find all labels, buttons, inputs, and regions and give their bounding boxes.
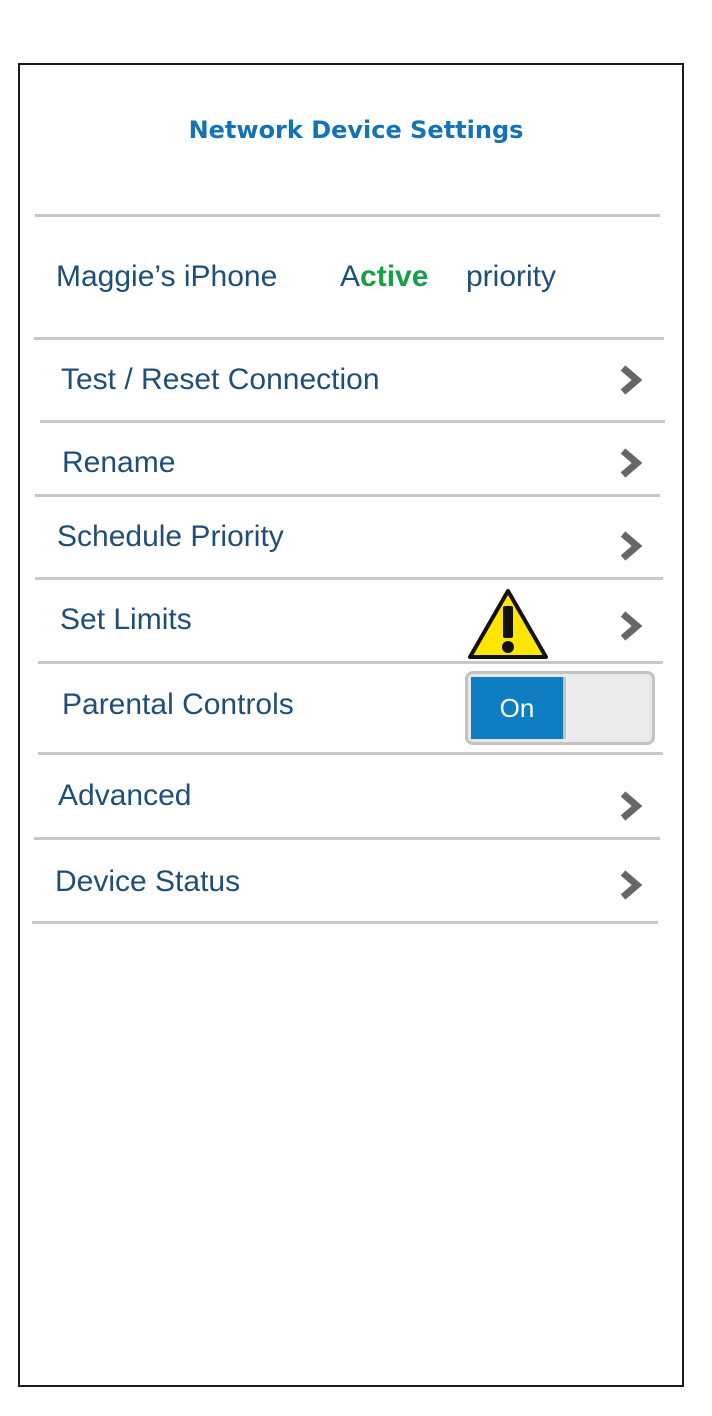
- divider: [38, 661, 663, 664]
- toggle-on-label: On: [471, 677, 563, 739]
- status-first-letter: A: [340, 260, 361, 293]
- divider: [40, 420, 665, 423]
- chevron-right-icon[interactable]: [617, 869, 643, 901]
- divider: [34, 337, 664, 340]
- toggle-knob[interactable]: [563, 677, 649, 739]
- menu-item-label: Rename: [62, 446, 176, 479]
- divider: [35, 214, 660, 217]
- divider: [35, 494, 660, 497]
- divider: [34, 837, 660, 840]
- divider: [32, 921, 658, 924]
- priority-label: priority: [466, 260, 557, 293]
- chevron-right-icon[interactable]: [617, 790, 643, 822]
- menu-item-label: Device Status: [55, 865, 241, 898]
- chevron-right-icon[interactable]: [617, 364, 643, 396]
- menu-item-label: Test / Reset Connection: [61, 363, 380, 396]
- menu-item-device-status[interactable]: Device Status: [34, 841, 662, 921]
- menu-item-set-limits[interactable]: Set Limits: [34, 581, 662, 660]
- status-active-text: ctive: [360, 260, 429, 293]
- warning-icon: [468, 589, 548, 659]
- menu-item-test-reset[interactable]: Test / Reset Connection: [34, 341, 662, 419]
- chevron-right-icon[interactable]: [617, 447, 643, 479]
- chevron-right-icon[interactable]: [617, 610, 643, 642]
- device-status: Active: [340, 262, 428, 292]
- menu-item-advanced[interactable]: Advanced: [34, 756, 662, 836]
- device-name: Maggie’s iPhone: [56, 260, 278, 293]
- menu-item-schedule-priority[interactable]: Schedule Priority: [34, 498, 662, 576]
- page-title: Network Device Settings: [188, 116, 524, 144]
- menu-item-rename[interactable]: Rename: [34, 424, 662, 494]
- menu-item-label: Parental Controls: [62, 688, 294, 721]
- menu-item-label: Advanced: [58, 779, 192, 812]
- menu-item-label: Set Limits: [60, 603, 192, 636]
- parental-controls-toggle[interactable]: On: [465, 671, 655, 745]
- divider: [38, 752, 663, 755]
- menu-item-label: Schedule Priority: [57, 520, 284, 553]
- divider: [35, 577, 663, 580]
- chevron-right-icon[interactable]: [617, 530, 643, 562]
